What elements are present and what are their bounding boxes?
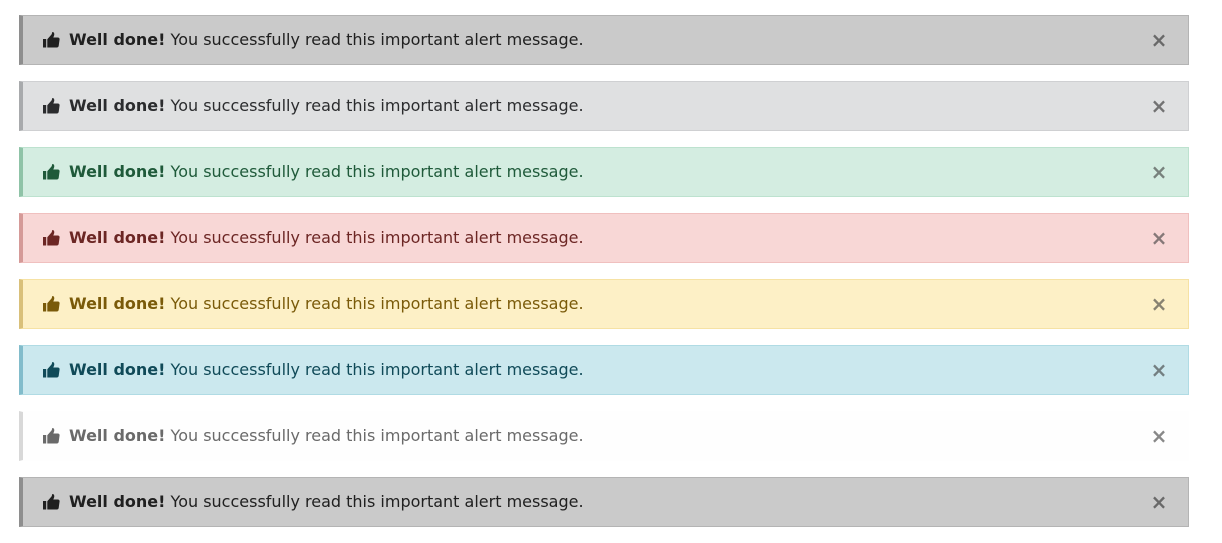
- alert-text: You successfully read this important ale…: [165, 360, 584, 379]
- alert-message: Well done! You successfully read this im…: [69, 162, 584, 182]
- close-icon[interactable]: ×: [1150, 359, 1168, 381]
- alert-text: You successfully read this important ale…: [165, 96, 584, 115]
- close-icon[interactable]: ×: [1150, 491, 1168, 513]
- alert-text: You successfully read this important ale…: [165, 426, 584, 445]
- thumbs-up-icon: [43, 98, 60, 114]
- close-icon[interactable]: ×: [1150, 425, 1168, 447]
- alert-white: Well done! You successfully read this im…: [19, 411, 1189, 461]
- alert-text: You successfully read this important ale…: [165, 492, 584, 511]
- alert-success: Well done! You successfully read this im…: [19, 147, 1189, 197]
- thumbs-up-icon: [43, 230, 60, 246]
- alert-dark: Well done! You successfully read this im…: [19, 15, 1189, 65]
- alert-light: Well done! You successfully read this im…: [19, 81, 1189, 131]
- alert-title: Well done!: [69, 30, 166, 49]
- alert-title: Well done!: [69, 426, 166, 445]
- alert-title: Well done!: [69, 492, 166, 511]
- thumbs-up-icon: [43, 164, 60, 180]
- alert-title: Well done!: [69, 228, 166, 247]
- alert-message: Well done! You successfully read this im…: [69, 96, 584, 116]
- alert-title: Well done!: [69, 360, 166, 379]
- thumbs-up-icon: [43, 428, 60, 444]
- alert-text: You successfully read this important ale…: [165, 228, 584, 247]
- alert-title: Well done!: [69, 294, 166, 313]
- close-icon[interactable]: ×: [1150, 293, 1168, 315]
- alert-dark: Well done! You successfully read this im…: [19, 477, 1189, 527]
- alert-message: Well done! You successfully read this im…: [69, 228, 584, 248]
- thumbs-up-icon: [43, 362, 60, 378]
- alert-stack: Well done! You successfully read this im…: [0, 0, 1222, 543]
- close-icon[interactable]: ×: [1150, 29, 1168, 51]
- alert-message: Well done! You successfully read this im…: [69, 30, 584, 50]
- thumbs-up-icon: [43, 296, 60, 312]
- alert-text: You successfully read this important ale…: [165, 162, 584, 181]
- thumbs-up-icon: [43, 494, 60, 510]
- thumbs-up-icon: [43, 32, 60, 48]
- alert-message: Well done! You successfully read this im…: [69, 360, 584, 380]
- alert-title: Well done!: [69, 96, 166, 115]
- close-icon[interactable]: ×: [1150, 227, 1168, 249]
- alert-danger: Well done! You successfully read this im…: [19, 213, 1189, 263]
- alert-message: Well done! You successfully read this im…: [69, 426, 584, 446]
- close-icon[interactable]: ×: [1150, 95, 1168, 117]
- alert-text: You successfully read this important ale…: [165, 30, 584, 49]
- close-icon[interactable]: ×: [1150, 161, 1168, 183]
- alert-text: You successfully read this important ale…: [165, 294, 584, 313]
- alert-message: Well done! You successfully read this im…: [69, 492, 584, 512]
- alert-warning: Well done! You successfully read this im…: [19, 279, 1189, 329]
- alert-title: Well done!: [69, 162, 166, 181]
- alert-info: Well done! You successfully read this im…: [19, 345, 1189, 395]
- alert-message: Well done! You successfully read this im…: [69, 294, 584, 314]
